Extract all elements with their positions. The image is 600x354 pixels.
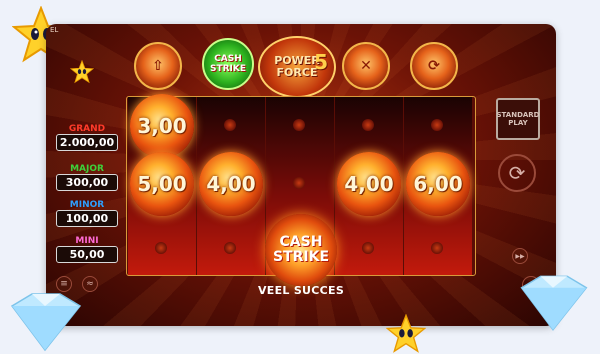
menu-button[interactable]: ≡: [56, 276, 72, 292]
status-message: VEEL SUCCES: [257, 284, 345, 297]
diamond-icon: [10, 293, 82, 352]
jackpot-name: GRAND: [68, 124, 106, 134]
empty-slot: [293, 119, 305, 131]
coin-orb: 5,00: [130, 152, 194, 216]
coin-orb: 4,00: [199, 152, 263, 216]
empty-slot: [431, 242, 443, 254]
coin-orb: 4,00: [337, 152, 401, 216]
close-button[interactable]: ✕: [342, 42, 390, 90]
stats-icon: ≈: [86, 279, 94, 289]
orb-value: 4,00: [344, 172, 394, 196]
cash-strike-label: CASH: [214, 54, 242, 64]
jackpot-value: 300,00: [56, 174, 118, 191]
empty-slot: [293, 177, 305, 189]
empty-slot: [431, 119, 443, 131]
small-star-icon: [70, 60, 94, 84]
game-logo: POWER FORCE 5: [258, 36, 336, 98]
cash-strike-indicator: CASH STRIKE: [202, 38, 254, 90]
jackpot-value: 100,00: [56, 210, 118, 227]
bottom-star-icon: [386, 314, 426, 353]
refresh-icon: ⟳: [428, 58, 440, 74]
cash-strike-symbol-line2: STRIKE: [272, 249, 330, 265]
empty-slot: [155, 242, 167, 254]
diamond-icon: [520, 275, 588, 331]
autoplay-icon: ▶▶: [515, 252, 525, 260]
empty-slot: [224, 242, 236, 254]
up-arrow-icon: ⇧: [152, 58, 164, 74]
spin-button[interactable]: ⟳: [498, 154, 536, 192]
coin-orb: 3,00: [130, 94, 194, 158]
logo-force: FORCE: [276, 66, 318, 79]
feature-label: STANDARD: [496, 111, 540, 119]
orb-value: 5,00: [137, 172, 187, 196]
orb-value: 4,00: [206, 172, 256, 196]
logo-number: 5: [314, 50, 328, 74]
refresh-button[interactable]: ⟳: [410, 42, 458, 90]
jackpot-value: 2.000,00: [56, 134, 118, 151]
cash-strike-label-2: STRIKE: [209, 64, 247, 74]
orb-value: 3,00: [137, 114, 187, 138]
game-window: EL GRAND 2.000,00 MAJOR 300,00 MINOR 100…: [46, 24, 556, 326]
empty-slot: [362, 242, 374, 254]
jackpot-value: 50,00: [56, 246, 118, 263]
jackpot-mini: MINI 50,00: [56, 236, 118, 263]
jackpot-grand: GRAND 2.000,00: [56, 124, 118, 151]
close-icon: ✕: [360, 58, 372, 74]
jackpot-name: MINI: [75, 236, 99, 246]
empty-slot: [362, 119, 374, 131]
menu-icon: ≡: [60, 279, 68, 289]
standard-play-button[interactable]: STANDARD PLAY: [496, 98, 540, 140]
cash-strike-symbol-line1: CASH: [279, 234, 323, 250]
jackpot-name: MAJOR: [70, 164, 104, 174]
orb-value: 6,00: [413, 172, 463, 196]
corner-label: EL: [50, 26, 59, 34]
jackpot-minor: MINOR 100,00: [56, 200, 118, 227]
empty-slot: [224, 119, 236, 131]
jackpot-name: MINOR: [69, 200, 105, 210]
autoplay-button[interactable]: ▶▶: [512, 248, 528, 264]
jackpot-major: MAJOR 300,00: [56, 164, 118, 191]
coin-orb: 6,00: [406, 152, 470, 216]
cash-strike-symbol: CASH STRIKE: [265, 214, 337, 286]
up-arrow-button[interactable]: ⇧: [134, 42, 182, 90]
spin-icon: ⟳: [508, 161, 526, 185]
stats-button[interactable]: ≈: [82, 276, 98, 292]
feature-label-2: PLAY: [508, 119, 528, 127]
